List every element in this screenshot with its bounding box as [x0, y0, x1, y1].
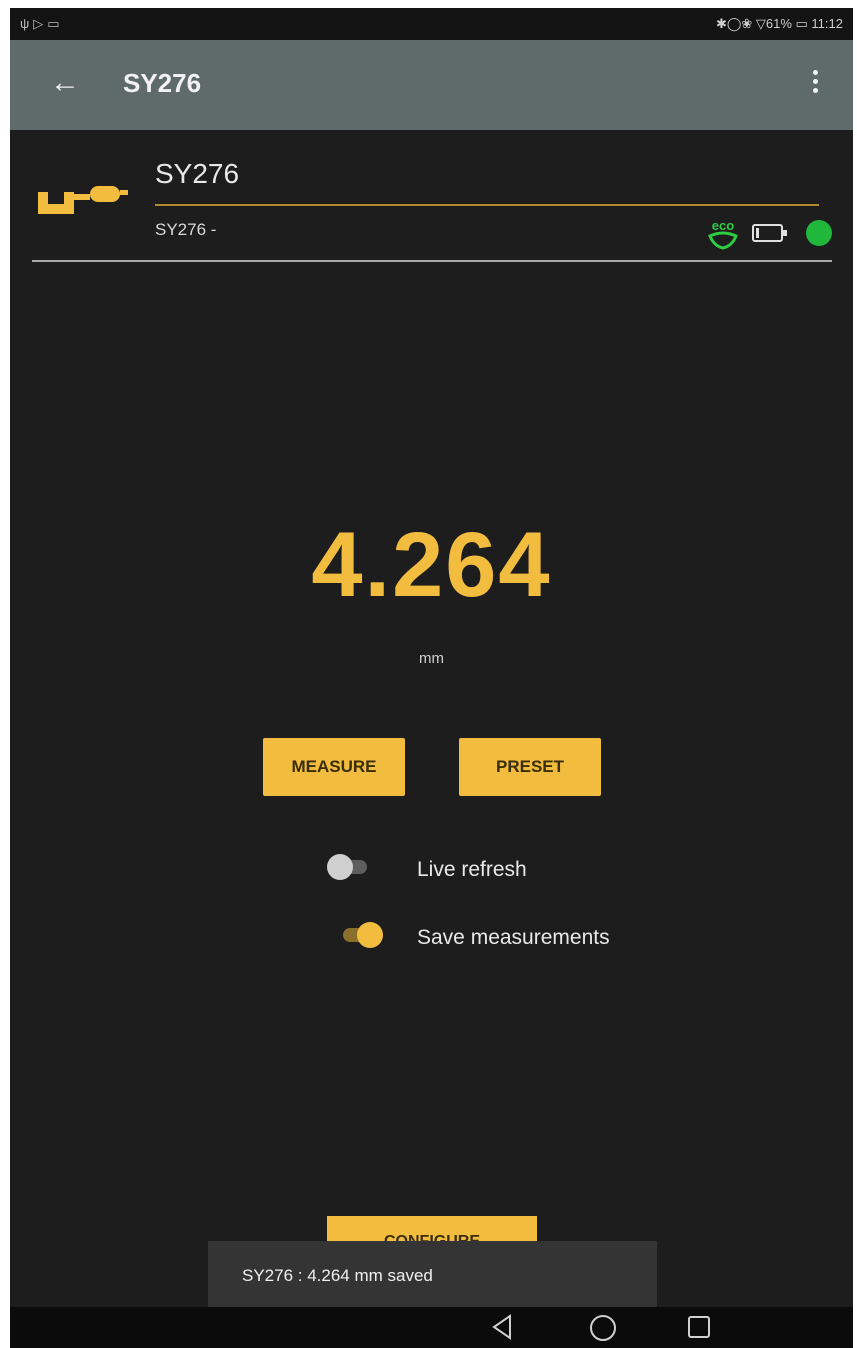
device-header: SY276 SY276 - eco	[32, 158, 832, 262]
live-refresh-label: Live refresh	[417, 858, 527, 881]
battery-icon	[752, 224, 787, 242]
navigation-bar	[10, 1307, 853, 1348]
svg-text:eco: eco	[712, 218, 734, 233]
phone-screen: ψ▷▭ ✱◯❀ ▽61% ▭ 11:12 ← SY276 SY276 SY276…	[10, 8, 853, 1348]
app-bar: ← SY276	[10, 40, 853, 130]
measurement-value: 4.264	[311, 514, 552, 616]
live-refresh-row: Live refresh	[10, 853, 853, 893]
measure-button[interactable]: MEASURE	[263, 738, 405, 796]
notification-icon: ▭	[47, 16, 64, 31]
nav-back-icon[interactable]	[490, 1313, 514, 1341]
preset-button[interactable]: PRESET	[459, 738, 601, 796]
device-subtitle: SY276 -	[155, 220, 217, 239]
connection-status-icon	[806, 220, 832, 246]
device-status-icons: eco	[704, 216, 832, 250]
snackbar-message: SY276 : 4.264 mm saved	[242, 1266, 433, 1285]
nav-recents-icon[interactable]	[688, 1316, 710, 1338]
app-bar-title: SY276	[123, 68, 202, 98]
more-vert-icon[interactable]	[809, 66, 821, 100]
save-measurements-row: Save measurements	[10, 921, 853, 961]
device-name: SY276	[155, 158, 240, 189]
measurement-unit: mm	[419, 650, 444, 667]
status-time-text: ✱◯❀ ▽61% ▭ 11:12	[715, 16, 843, 31]
divider	[155, 204, 819, 206]
micrometer-icon	[38, 186, 128, 214]
eco-icon: eco	[708, 218, 738, 250]
usb-icon: ψ	[20, 16, 34, 31]
nav-home-icon[interactable]	[590, 1315, 616, 1341]
snackbar: SY276 : 4.264 mm saved	[208, 1241, 657, 1307]
arrow-left-icon[interactable]: ←	[50, 66, 84, 100]
save-measurements-label: Save measurements	[417, 926, 610, 949]
save-measurements-toggle[interactable]	[339, 921, 383, 948]
play-icon: ▷	[33, 16, 48, 31]
status-left-icons: ψ▷▭	[20, 16, 64, 32]
status-right: ✱◯❀ ▽61% ▭ 11:12	[716, 16, 843, 32]
live-refresh-toggle[interactable]	[327, 853, 371, 880]
status-bar: ψ▷▭ ✱◯❀ ▽61% ▭ 11:12	[10, 8, 853, 40]
